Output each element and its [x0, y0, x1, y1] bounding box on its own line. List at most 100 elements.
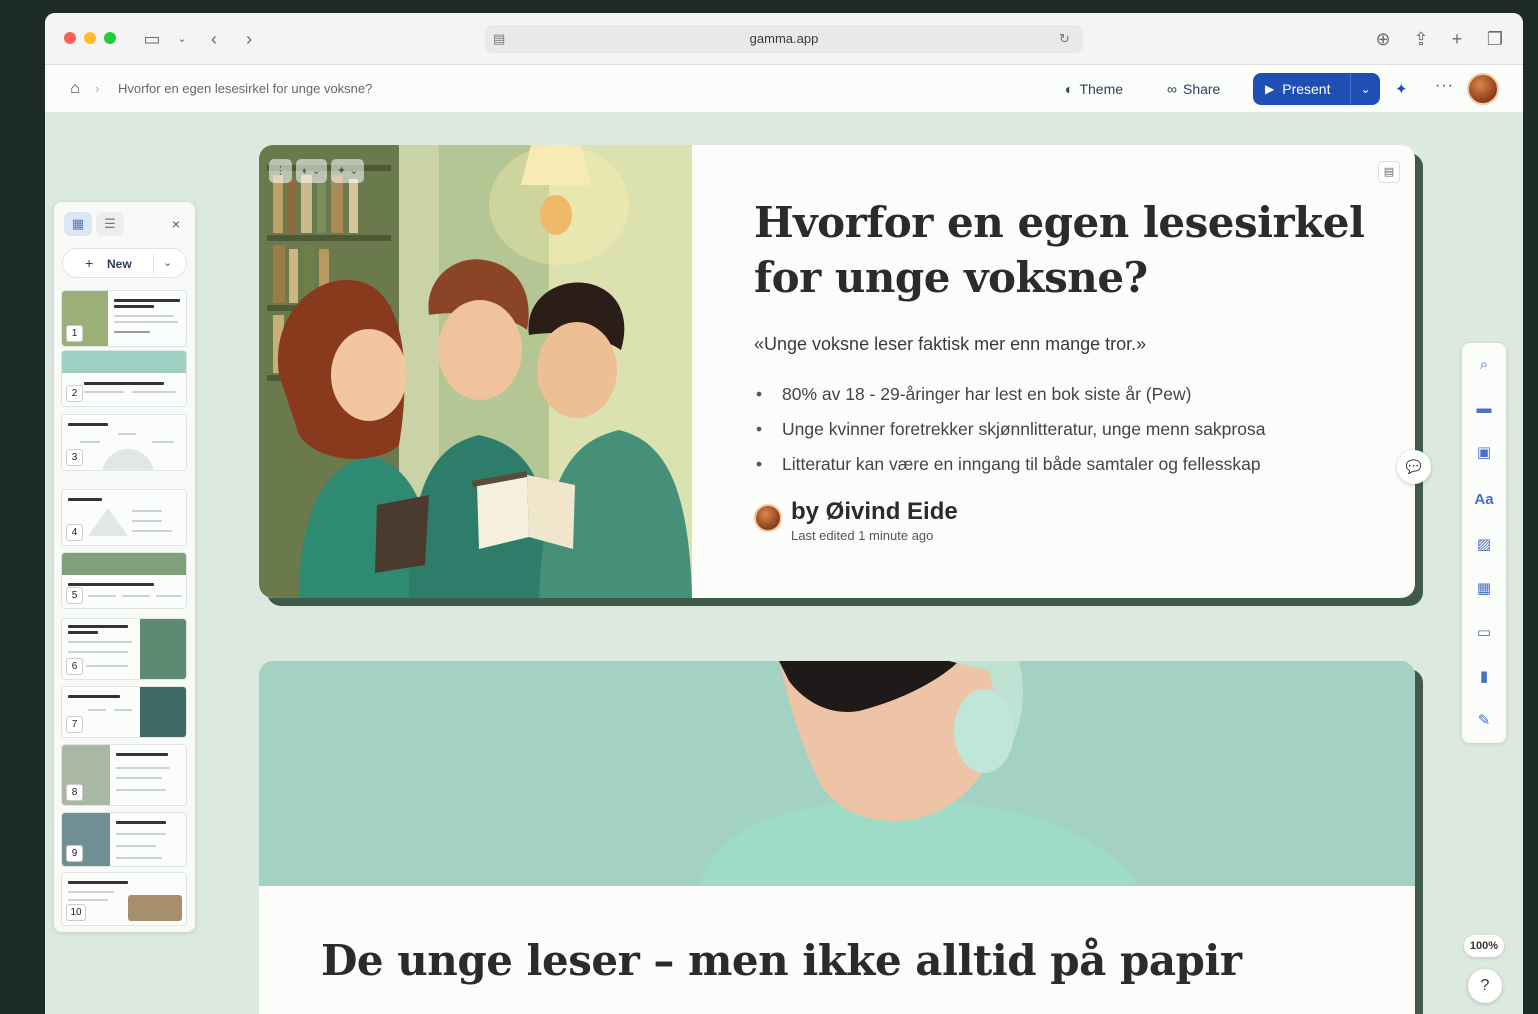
slides-panel: ▦ ☰ × + New ⌄ 1 2 3 4 5 6 7 8 9 10 [54, 202, 195, 932]
slide-number: 8 [66, 784, 83, 801]
thumb-image [140, 687, 186, 737]
thumb-line [116, 857, 162, 859]
user-avatar[interactable] [1467, 73, 1499, 105]
slide-thumbnail-1[interactable]: 1 [61, 290, 187, 347]
slide-thumbnail-2[interactable]: 2 [61, 350, 187, 407]
present-button[interactable]: ▶ Present ⌄ [1253, 73, 1380, 105]
drag-handle-icon[interactable]: ⋮ [269, 159, 292, 183]
card-title[interactable]: De unge leser – men ikke alltid på papir [321, 936, 1242, 985]
present-dropdown-chevron-icon[interactable]: ⌄ [1350, 73, 1380, 105]
maximize-window-button[interactable] [104, 32, 116, 44]
second-card[interactable]: De unge leser – men ikke alltid på papir [259, 661, 1415, 1014]
thumb-title [68, 695, 120, 698]
embed-icon[interactable]: ▭ [1472, 621, 1496, 645]
sidebar-icon[interactable]: ▭ [140, 27, 164, 51]
thumb-line [88, 709, 106, 711]
comment-icon[interactable]: 💬 [1397, 450, 1431, 484]
bullet-item[interactable]: 80% av 18 - 29-åringer har lest en bok s… [754, 377, 1265, 412]
thumb-line [68, 641, 132, 643]
thumb-image [102, 449, 154, 470]
outline-view-tab[interactable]: ☰ [96, 212, 124, 236]
notes-icon[interactable]: ▤ [1378, 161, 1400, 183]
ai-edit-icon[interactable]: ✦ ⌄ [330, 159, 365, 183]
new-label: New [107, 257, 132, 271]
chevron-down-icon[interactable]: ⌄ [163, 255, 172, 271]
help-button[interactable]: ? [1468, 969, 1502, 1003]
breadcrumb[interactable]: Hvorfor en egen lesesirkel for unge voks… [118, 79, 372, 99]
thumb-line [114, 321, 178, 323]
slide-thumbnail-4[interactable]: 4 [61, 489, 187, 546]
slide-thumbnail-3[interactable]: 3 [61, 414, 187, 471]
thumb-line [116, 845, 156, 847]
new-card-button[interactable]: + New ⌄ [62, 248, 187, 278]
zoom-level[interactable]: 100% [1464, 935, 1504, 957]
palette-icon: ◐ [1065, 81, 1074, 97]
thumb-line [80, 441, 100, 443]
new-tab-icon[interactable]: + [1445, 27, 1469, 51]
thumb-line [116, 767, 170, 769]
minimize-window-button[interactable] [84, 32, 96, 44]
slide-thumbnail-6[interactable]: 6 [61, 618, 187, 680]
chart-icon[interactable]: ▮ [1472, 665, 1496, 689]
thumb-line [114, 331, 150, 333]
present-label: Present [1282, 81, 1331, 97]
search-icon[interactable]: ⌕ [1472, 353, 1496, 377]
slide-thumbnail-7[interactable]: 7 [61, 686, 187, 738]
thumbnail-view-tab[interactable]: ▦ [64, 212, 92, 236]
browser-titlebar: ▭ ⌄ ‹ › ▤ gamma.app ↻ ⊕ ⇪ + ❐ [45, 13, 1523, 65]
thumb-line [132, 391, 176, 393]
card-quote[interactable]: «Unge voksne leser faktisk mer enn mange… [754, 334, 1146, 355]
chevron-down-icon[interactable]: ⌄ [170, 27, 194, 51]
thumb-title [68, 631, 98, 634]
more-options-button[interactable]: ··· [1435, 77, 1454, 95]
thumb-title [114, 299, 180, 302]
thumb-title [84, 382, 164, 385]
slide-number: 9 [66, 845, 83, 862]
thumb-line [68, 651, 128, 653]
chevron-right-icon[interactable]: › [237, 27, 261, 51]
card-title[interactable]: Hvorfor en egen lesesirkel for unge voks… [754, 195, 1374, 305]
chevron-left-icon[interactable]: ‹ [202, 27, 226, 51]
thumb-line [68, 891, 114, 893]
home-icon[interactable]: ⌂ [65, 79, 85, 99]
address-bar[interactable]: ▤ gamma.app ↻ [485, 25, 1083, 53]
add-card-icon[interactable]: ▬ [1472, 397, 1496, 421]
breadcrumb-separator: › [95, 81, 100, 96]
thumb-line [116, 777, 162, 779]
text-icon[interactable]: Aa [1472, 488, 1496, 512]
thumb-line [122, 595, 150, 597]
thumb-line [86, 665, 128, 667]
layout-icon[interactable]: ▣ [1472, 441, 1496, 465]
bullet-item[interactable]: Unge kvinner foretrekker skjønnlitteratu… [754, 412, 1265, 447]
slide-number: 1 [66, 325, 83, 342]
thumb-line [132, 520, 162, 522]
slide-thumbnail-5[interactable]: 5 [61, 552, 187, 609]
close-panel-icon[interactable]: × [167, 212, 185, 236]
thumb-title [114, 305, 154, 308]
thumb-image [62, 351, 186, 373]
close-window-button[interactable] [64, 32, 76, 44]
download-icon[interactable]: ⊕ [1371, 27, 1395, 51]
thumb-line [68, 899, 108, 901]
title-card[interactable]: ⋮ ◐ ⌄ ✦ ⌄ ▤ Hvorfor en egen lesesirkel f… [259, 145, 1415, 598]
slide-thumbnail-10[interactable]: 10 [61, 872, 187, 926]
reload-icon[interactable]: ↻ [1059, 31, 1075, 47]
share-icon[interactable]: ⇪ [1409, 27, 1433, 51]
card-style-icon[interactable]: ◐ ⌄ [296, 159, 327, 183]
url-text: gamma.app [749, 31, 819, 46]
thumb-title [68, 498, 102, 501]
theme-button[interactable]: ◐ Theme [1065, 76, 1123, 102]
slide-thumbnail-8[interactable]: 8 [61, 744, 187, 806]
share-label: Share [1182, 81, 1221, 97]
tabs-overview-icon[interactable]: ❐ [1483, 27, 1507, 51]
thumb-title [116, 821, 166, 824]
thumb-line [156, 595, 182, 597]
edit-icon[interactable]: ✎ [1472, 709, 1496, 733]
share-button[interactable]: ∞ Share [1167, 76, 1220, 102]
table-icon[interactable]: ▦ [1472, 577, 1496, 601]
ai-sparkle-icon[interactable]: ✦ [1395, 80, 1408, 98]
insert-toolbar: ⌕ ▬ ▣ Aa ▨ ▦ ▭ ▮ ✎ [1462, 343, 1506, 743]
slide-thumbnail-9[interactable]: 9 [61, 812, 187, 867]
bullet-item[interactable]: Litteratur kan være en inngang til både … [754, 447, 1265, 482]
image-icon[interactable]: ▨ [1472, 533, 1496, 557]
